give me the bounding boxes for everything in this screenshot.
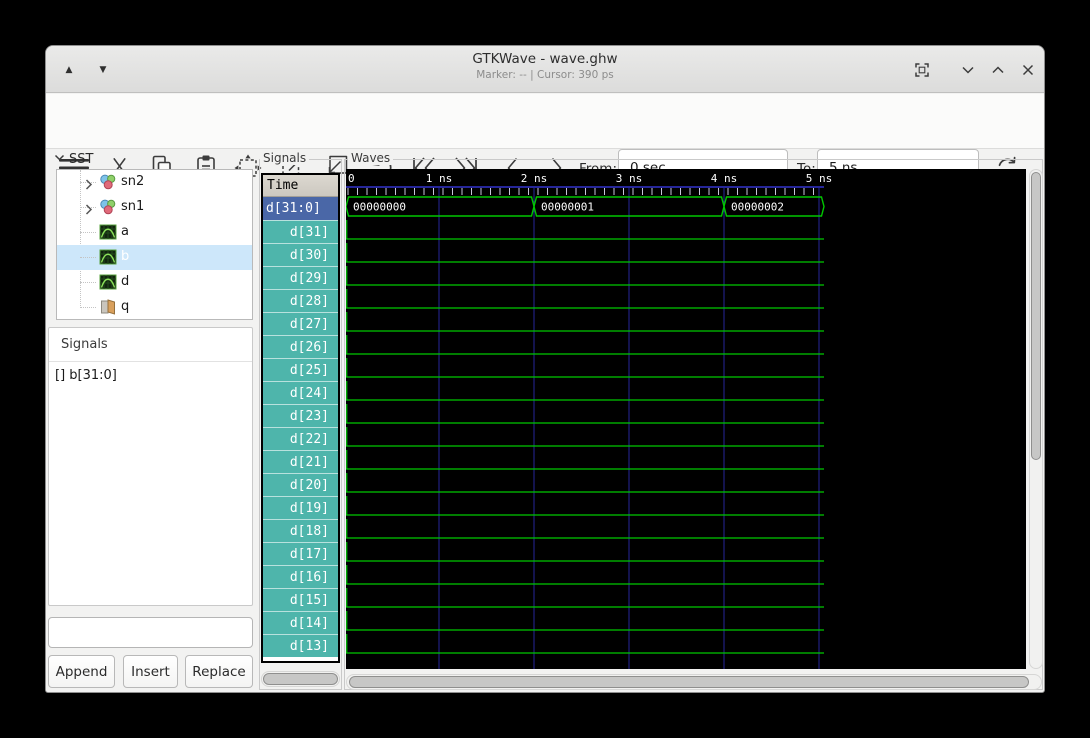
- chevron-down-icon: [54, 152, 65, 163]
- time-header[interactable]: Time: [263, 175, 338, 197]
- signal-row-d[27][interactable]: d[27]: [263, 312, 338, 335]
- signal-row-d[30][interactable]: d[30]: [263, 243, 338, 266]
- marker-cursor-status: Marker: -- | Cursor: 390 ps: [46, 69, 1044, 81]
- title-wrap: GTKWave - wave.ghw Marker: -- | Cursor: …: [46, 51, 1044, 81]
- tree-item-label: d: [121, 274, 129, 289]
- signal-row-d[20][interactable]: d[20]: [263, 473, 338, 496]
- signal-row-d[22][interactable]: d[22]: [263, 427, 338, 450]
- timeline-label: 1 ns: [426, 172, 453, 185]
- signal-row-d[28][interactable]: d[28]: [263, 289, 338, 312]
- maximize-icon[interactable]: [990, 62, 1010, 82]
- timeline-label: 2 ns: [521, 172, 548, 185]
- signal-row-d[17][interactable]: d[17]: [263, 542, 338, 565]
- waves-panel-label: Waves: [348, 151, 393, 165]
- minimize-icon[interactable]: [960, 62, 980, 82]
- signal-row-d[18][interactable]: d[18]: [263, 519, 338, 542]
- tree-item-label: q: [121, 299, 129, 314]
- bus-value-text: 00000001: [541, 201, 594, 214]
- bus-value-text: 00000000: [353, 201, 406, 214]
- port-icon: [99, 298, 117, 320]
- scrollbar-thumb[interactable]: [349, 676, 1029, 688]
- signal-row-d[14][interactable]: d[14]: [263, 611, 338, 634]
- timeline-label: 5 ns: [806, 172, 833, 185]
- module-icon: [99, 173, 117, 195]
- signals-list-item[interactable]: [] b[31:0]: [55, 368, 117, 383]
- signal-row-d[29][interactable]: d[29]: [263, 266, 338, 289]
- tree-guide: [80, 307, 96, 308]
- signal-row-d[25][interactable]: d[25]: [263, 358, 338, 381]
- signals-panel-label: Signals: [260, 151, 309, 165]
- signal-row-d[23][interactable]: d[23]: [263, 404, 338, 427]
- signal-hscrollbar[interactable]: [261, 671, 340, 687]
- signal-row-d[15][interactable]: d[15]: [263, 588, 338, 611]
- sst-tree: sn2 sn1 abdq: [56, 169, 253, 320]
- tree-guide: [80, 232, 96, 233]
- toolbar: From: To:: [46, 94, 1044, 149]
- timeline-label: 3 ns: [616, 172, 643, 185]
- signal-row-d[21][interactable]: d[21]: [263, 450, 338, 473]
- sst-header[interactable]: SST: [54, 152, 93, 167]
- tree-item-d[interactable]: d: [57, 270, 252, 295]
- fullscreen-icon[interactable]: [912, 60, 932, 80]
- signal-row-d[31][interactable]: d[31]: [263, 220, 338, 243]
- tree-item-label: sn1: [121, 199, 144, 214]
- timeline-label: 0: [348, 172, 355, 185]
- bus-value-text: 00000002: [731, 201, 784, 214]
- signal-row-d[19][interactable]: d[19]: [263, 496, 338, 519]
- signal-row-d[24][interactable]: d[24]: [263, 381, 338, 404]
- scrollbar-thumb[interactable]: [1031, 172, 1041, 460]
- gtkwave-window: ▲ ▼ GTKWave - wave.ghw Marker: -- | Curs…: [45, 45, 1045, 693]
- divider: [49, 361, 252, 362]
- sst-label: SST: [69, 152, 93, 167]
- expander-icon[interactable]: [84, 176, 94, 195]
- tree-item-label: sn2: [121, 174, 144, 189]
- expander-icon[interactable]: [84, 201, 94, 220]
- tree-item-label: a: [121, 224, 129, 239]
- signal-row-d[13][interactable]: d[13]: [263, 634, 338, 657]
- tree-item-sn2[interactable]: sn2: [57, 170, 252, 195]
- tree-item-b[interactable]: b: [57, 245, 252, 270]
- replace-button[interactable]: Replace: [185, 655, 253, 688]
- signal-icon: [99, 248, 117, 270]
- signal-row-d[31:0][interactable]: d[31:0]: [263, 197, 338, 220]
- timeline-label: 4 ns: [711, 172, 738, 185]
- scrollbar-thumb[interactable]: [263, 673, 338, 685]
- search-input[interactable]: [48, 617, 253, 648]
- signal-icon: [99, 273, 117, 295]
- close-icon[interactable]: [1020, 62, 1040, 82]
- wave-hscrollbar[interactable]: [346, 674, 1042, 690]
- signals-search-frame: Signals [] b[31:0]: [48, 327, 253, 606]
- wave-canvas[interactable]: 0 1 ns 2 ns 3 ns 4 ns 5 ns 00000000 00000001 000…: [346, 169, 1026, 669]
- tree-guide: [80, 282, 96, 283]
- wave-vscrollbar[interactable]: [1029, 169, 1043, 669]
- append-button[interactable]: Append: [48, 655, 115, 688]
- signal-row-d[26][interactable]: d[26]: [263, 335, 338, 358]
- signal-name-list: Time d[31:0]d[31]d[30]d[29]d[28]d[27]d[2…: [261, 173, 340, 663]
- insert-button[interactable]: Insert: [123, 655, 178, 688]
- signal-row-d[16][interactable]: d[16]: [263, 565, 338, 588]
- tree-item-q[interactable]: q: [57, 295, 252, 320]
- tree-item-a[interactable]: a: [57, 220, 252, 245]
- signal-icon: [99, 223, 117, 245]
- titlebar: ▲ ▼ GTKWave - wave.ghw Marker: -- | Curs…: [46, 46, 1044, 93]
- tree-guide: [80, 257, 96, 258]
- window-title: GTKWave - wave.ghw: [46, 51, 1044, 67]
- tree-item-label: b: [121, 249, 129, 264]
- module-icon: [99, 198, 117, 220]
- signals-frame-title: Signals: [61, 337, 108, 352]
- tree-item-sn1[interactable]: sn1: [57, 195, 252, 220]
